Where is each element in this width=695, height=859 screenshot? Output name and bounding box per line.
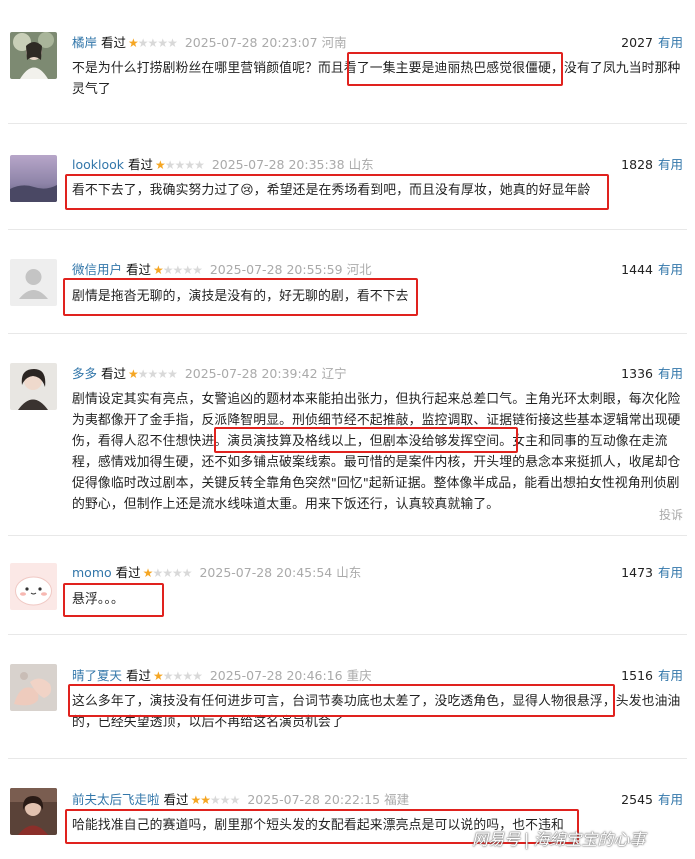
- review-time: 2025-07-28 20:55:59: [209, 262, 343, 277]
- source-watermark: 网易号 | 海绵宝宝的心事: [472, 826, 645, 850]
- vote-count: 2027: [621, 35, 653, 50]
- review-meta: looklook 看过 ★★★★★ 2025-07-28 20:35:38 山东: [72, 157, 374, 173]
- review-location: 重庆: [346, 668, 372, 683]
- review-time: 2025-07-28 20:35:38: [211, 157, 345, 172]
- review-time: 2025-07-28 20:22:15: [247, 792, 381, 807]
- review-text: 剧情是拖沓无聊的，演技是没有的，好无聊的剧，看不下去: [72, 289, 409, 304]
- username-link[interactable]: momo: [72, 565, 112, 580]
- vote-count: 1516: [621, 668, 653, 683]
- useful-button[interactable]: 有用: [658, 792, 683, 807]
- avatar[interactable]: [10, 363, 57, 410]
- useful-button[interactable]: 有用: [658, 262, 683, 277]
- vote-area: 1828 有用: [621, 157, 683, 173]
- review-location: 福建: [384, 792, 410, 807]
- rating-stars: ★★★★★: [153, 669, 203, 683]
- rating-stars: ★★★★★: [153, 263, 203, 277]
- review-time: 2025-07-28 20:39:42: [184, 366, 318, 381]
- vote-area: 1516 有用: [621, 668, 683, 684]
- divider: [8, 229, 687, 230]
- username-link[interactable]: 橘岸: [72, 35, 97, 50]
- watermark-brand: 网易号: [472, 830, 521, 849]
- useful-button[interactable]: 有用: [658, 35, 683, 50]
- review-location: 山东: [348, 157, 374, 172]
- avatar[interactable]: [10, 155, 57, 202]
- review-text: 这么多年了，演技没有任何进步可言，台词节奏功底也太差了，没吃透角色，显得人物很悬…: [72, 694, 681, 730]
- watermark-author: 海绵宝宝的心事: [533, 830, 646, 849]
- vote-area: 2027 有用: [621, 35, 683, 51]
- useful-button[interactable]: 有用: [658, 366, 683, 381]
- divider: [8, 634, 687, 635]
- vote-area: 2545 有用: [621, 792, 683, 808]
- username-link[interactable]: 前夫太后飞走啦: [72, 792, 160, 807]
- watched-label: 看过: [101, 35, 127, 50]
- rating-stars: ★★★★★: [190, 793, 241, 807]
- watched-label: 看过: [115, 565, 141, 580]
- vote-area: 1444 有用: [621, 262, 683, 278]
- review-text: 看不下去了，我确实努力过了😢，希望还是在秀场看到吧，而且没有厚妆，她真的好显年龄: [72, 183, 591, 198]
- review-meta: 橘岸 看过 ★★★★★ 2025-07-28 20:23:07 河南: [72, 35, 347, 51]
- review-time: 2025-07-28 20:23:07: [184, 35, 318, 50]
- vote-area: 1336 有用: [621, 366, 683, 382]
- avatar[interactable]: [10, 664, 57, 711]
- rating-stars: ★★★★★: [155, 158, 205, 172]
- watermark-separator: |: [524, 830, 530, 849]
- divider: [8, 535, 687, 536]
- vote-count: 1828: [621, 157, 653, 172]
- vote-count: 1336: [621, 366, 653, 381]
- useful-button[interactable]: 有用: [658, 565, 683, 580]
- watched-label: 看过: [101, 366, 127, 381]
- review-location: 河南: [321, 35, 347, 50]
- divider: [8, 333, 687, 334]
- report-link[interactable]: 投诉: [659, 506, 683, 523]
- rating-stars: ★★★★★: [128, 367, 178, 381]
- divider: [8, 758, 687, 759]
- vote-count: 1473: [621, 565, 653, 580]
- review-location: 辽宁: [321, 366, 347, 381]
- vote-area: 1473 有用: [621, 565, 683, 581]
- review-text: 悬浮。。。: [72, 592, 124, 607]
- watched-label: 看过: [126, 262, 152, 277]
- avatar[interactable]: [10, 259, 57, 306]
- review-time: 2025-07-28 20:46:16: [209, 668, 343, 683]
- username-link[interactable]: 多多: [72, 366, 97, 381]
- avatar[interactable]: [10, 788, 57, 835]
- username-link[interactable]: looklook: [72, 157, 124, 172]
- useful-button[interactable]: 有用: [658, 157, 683, 172]
- review-location: 河北: [346, 262, 372, 277]
- watched-label: 看过: [163, 792, 189, 807]
- vote-count: 2545: [621, 792, 653, 807]
- vote-count: 1444: [621, 262, 653, 277]
- divider: [8, 123, 687, 124]
- review-text: 不是为什么打捞剧粉丝在哪里营销颜值呢？而且看了一集主要是迪丽热巴感觉很僵硬，没有…: [72, 61, 681, 97]
- username-link[interactable]: 微信用户: [72, 262, 122, 277]
- rating-stars: ★★★★★: [142, 566, 193, 580]
- review-meta: 多多 看过 ★★★★★ 2025-07-28 20:39:42 辽宁: [72, 366, 347, 382]
- useful-button[interactable]: 有用: [658, 668, 683, 683]
- avatar[interactable]: [10, 563, 57, 610]
- username-link[interactable]: 晴了夏天: [72, 668, 122, 683]
- rating-stars: ★★★★★: [128, 36, 178, 50]
- watched-label: 看过: [128, 157, 154, 172]
- review-meta: 微信用户 看过 ★★★★★ 2025-07-28 20:55:59 河北: [72, 262, 372, 278]
- review-meta: 前夫太后飞走啦 看过 ★★★★★ 2025-07-28 20:22:15 福建: [72, 792, 409, 808]
- review-text: 剧情设定其实有亮点，女警追凶的题材本来能拍出张力，但执行起来总差口气。主角光环太…: [72, 392, 681, 512]
- avatar[interactable]: [10, 32, 57, 79]
- review-location: 山东: [336, 565, 362, 580]
- review-time: 2025-07-28 20:45:54: [199, 565, 333, 580]
- review-meta: momo 看过 ★★★★★ 2025-07-28 20:45:54 山东: [72, 565, 361, 581]
- review-meta: 晴了夏天 看过 ★★★★★ 2025-07-28 20:46:16 重庆: [72, 668, 372, 684]
- watched-label: 看过: [126, 668, 152, 683]
